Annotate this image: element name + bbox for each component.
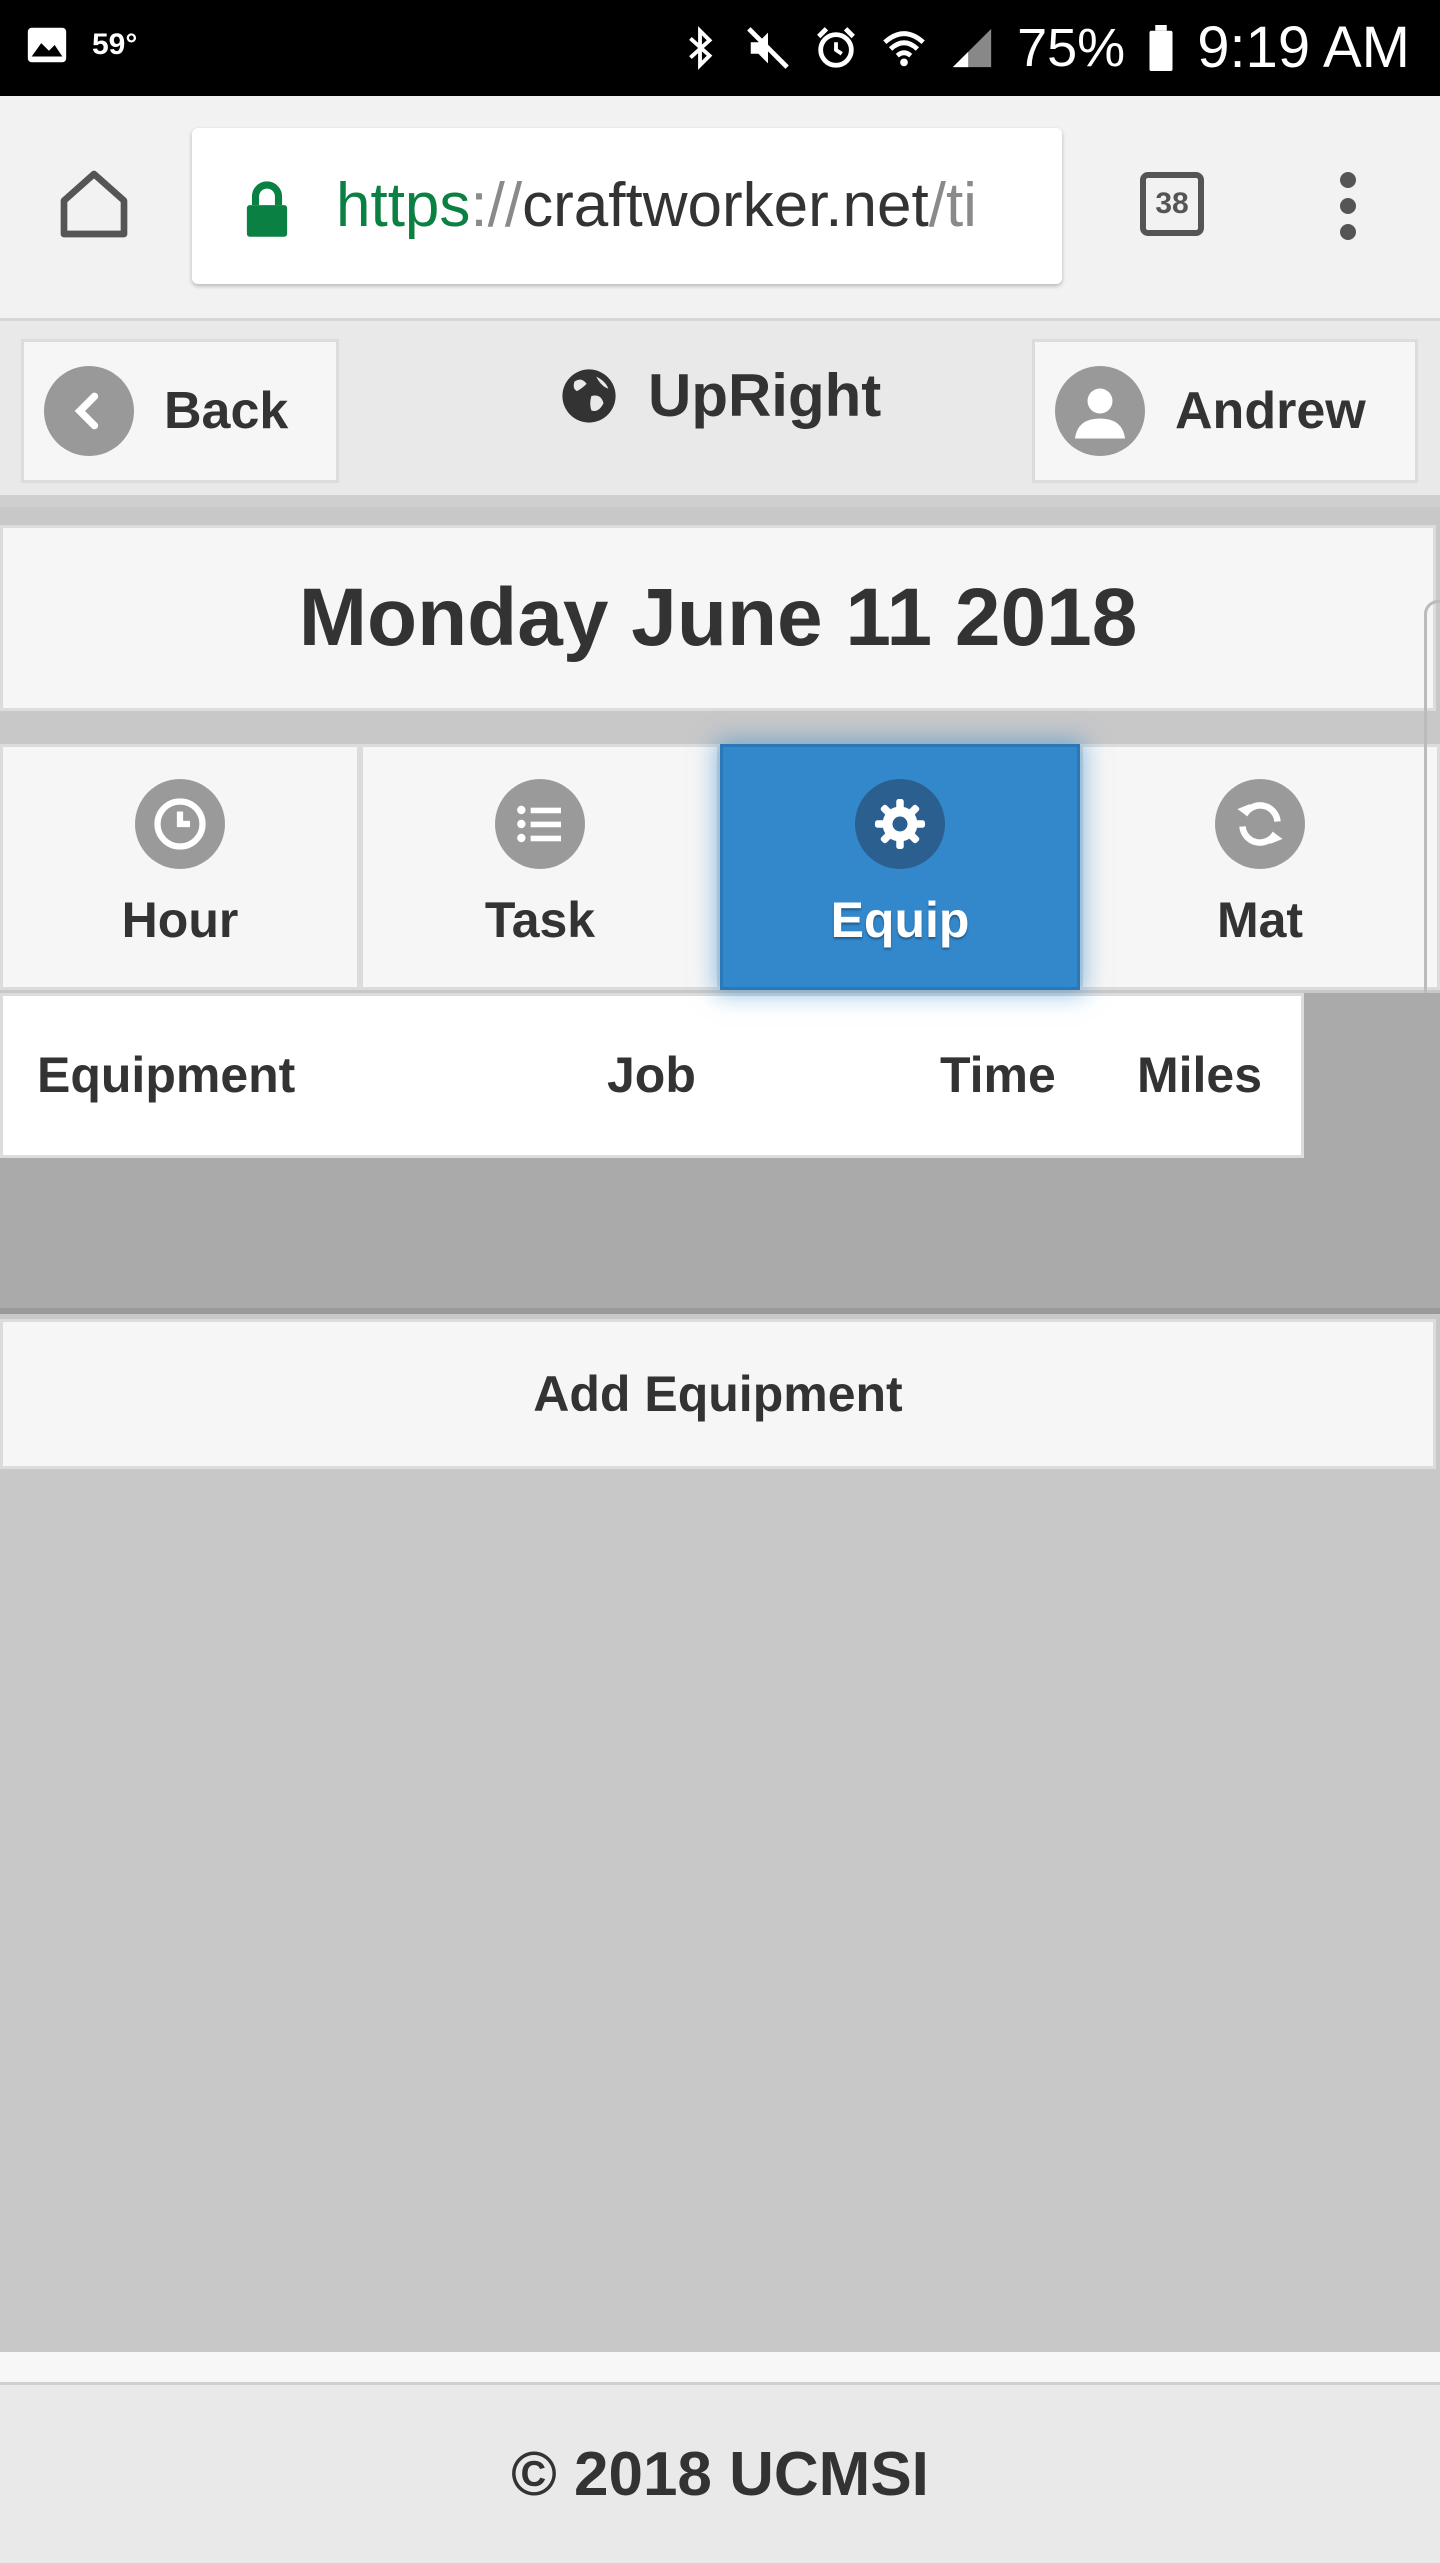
mute-icon: [747, 26, 789, 69]
tab-label: Equip: [830, 892, 970, 948]
tab-task[interactable]: Task: [360, 744, 720, 990]
chevron-left-icon: [44, 366, 134, 456]
user-name: Andrew: [1175, 382, 1366, 440]
clock: 9:19 AM: [1197, 15, 1410, 80]
home-icon[interactable]: [54, 164, 134, 244]
column-header-miles[interactable]: Miles: [1137, 1046, 1262, 1104]
temperature: 59°: [92, 28, 138, 61]
alarm-icon: [817, 26, 856, 68]
table-header: Equipment Job Time Miles: [0, 993, 1304, 1158]
brand-name: UpRight: [648, 362, 882, 429]
app-header: Back UpRight Andrew: [0, 321, 1440, 507]
list-icon: [495, 779, 585, 869]
tab-equip[interactable]: Equip: [720, 744, 1080, 990]
footer: © 2018 UCMSI: [0, 2382, 1440, 2563]
battery-percent: 75%: [1017, 17, 1126, 78]
url-scheme: https: [336, 171, 471, 240]
battery-icon: [1149, 24, 1173, 71]
url-separator: ://: [470, 171, 523, 240]
brand: UpRight: [560, 361, 881, 430]
date-title: Monday June 11 2018: [0, 525, 1436, 711]
url-fade: [972, 128, 1062, 284]
tab-label: Mat: [1216, 892, 1304, 948]
footer-divider: [0, 2352, 1440, 2382]
status-bar: 59° 75% 9:19 AM: [0, 0, 1440, 96]
tab-label: Task: [484, 892, 596, 948]
url-text: https://craftworker.net/ti: [336, 170, 977, 242]
overflow-menu-icon[interactable]: [1330, 166, 1366, 246]
add-equipment-button[interactable]: Add Equipment: [0, 1319, 1436, 1469]
bluetooth-icon: [689, 25, 713, 70]
tab-hour[interactable]: Hour: [0, 744, 360, 990]
gear-icon: [855, 779, 945, 869]
back-label: Back: [164, 382, 289, 440]
lock-icon: [246, 181, 288, 237]
address-bar[interactable]: https://craftworker.net/ti: [192, 128, 1062, 284]
column-header-job[interactable]: Job: [607, 1046, 696, 1104]
column-header-equipment[interactable]: Equipment: [37, 1046, 295, 1104]
signal-icon: [952, 28, 992, 67]
clock-icon: [135, 779, 225, 869]
tab-mat[interactable]: Mat: [1080, 744, 1440, 990]
column-header-time[interactable]: Time: [940, 1046, 1056, 1104]
equipment-table: Equipment Job Time Miles: [0, 993, 1440, 1314]
image-notification-icon: [27, 27, 67, 63]
user-icon: [1055, 366, 1145, 456]
user-button[interactable]: Andrew: [1032, 339, 1418, 483]
globe-icon: [562, 368, 616, 423]
refresh-icon: [1215, 779, 1305, 869]
tab-label: Hour: [121, 892, 239, 948]
browser-toolbar: https://craftworker.net/ti 38: [0, 96, 1440, 321]
wifi-icon: [883, 30, 925, 66]
back-button[interactable]: Back: [21, 339, 339, 483]
nav-tabs: Hour Task Equip Mat: [0, 744, 1440, 990]
url-path: /ti: [928, 171, 977, 240]
url-host: craftworker.net: [522, 171, 929, 240]
tab-switcher-button[interactable]: 38: [1140, 172, 1204, 236]
